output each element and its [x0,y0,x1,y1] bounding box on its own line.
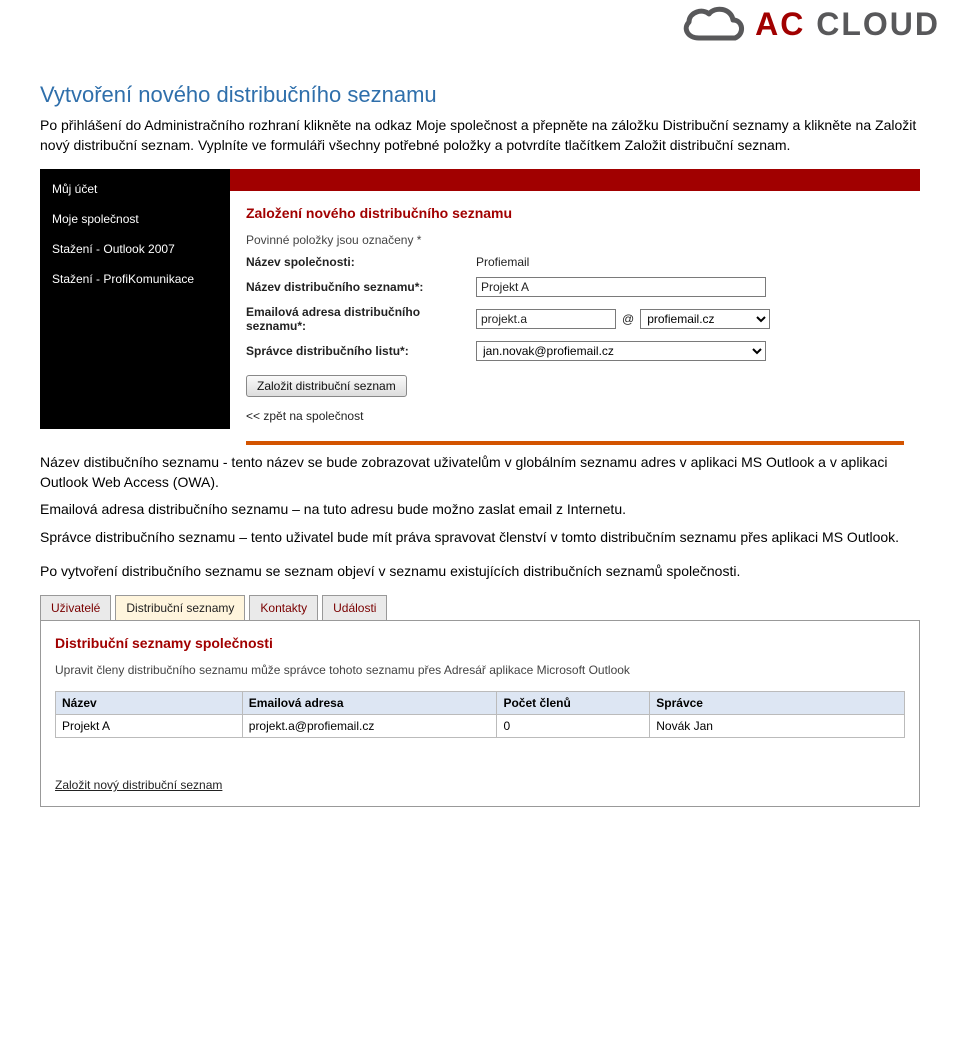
form-title: Založení nového distribučního seznamu [246,205,904,221]
screenshot-create-form: Můj účet Moje společnost Stažení - Outlo… [40,169,920,429]
explain-email: Emailová adresa distribučního seznamu – … [40,500,920,520]
tab-users[interactable]: Uživatelé [40,595,111,620]
tab-events[interactable]: Události [322,595,387,620]
label-dl-email: Emailová adresa distribučního seznamu*: [246,305,476,333]
orange-divider [246,441,904,445]
cloud-icon [677,0,747,48]
admin-sidebar: Můj účet Moje společnost Stažení - Outlo… [40,169,230,429]
logo: AC CLOUD [677,0,940,48]
page-root: AC CLOUD Vytvoření nového distribučního … [0,0,960,847]
explain-admin: Správce distribučního seznamu – tento už… [40,528,920,548]
back-link[interactable]: << zpět na společnost [246,409,363,423]
form-panel: Založení nového distribučního seznamu Po… [230,191,920,453]
label-company: Název společnosti: [246,255,476,269]
cell-count: 0 [497,715,650,738]
cell-email: projekt.a@profiemail.cz [242,715,497,738]
sidebar-item-download-profikom[interactable]: Stažení - ProfiKomunikace [40,267,230,291]
sidebar-item-download-outlook[interactable]: Stažení - Outlook 2007 [40,237,230,261]
dl-table: Název Emailová adresa Počet členů Správc… [55,691,905,738]
logo-cloud: CLOUD [816,6,940,42]
dl-list-panel: Distribuční seznamy společnosti Upravit … [40,620,920,807]
submit-button[interactable]: Založit distribuční seznam [246,375,407,397]
explanation-block: Název distibučního seznamu - tento název… [40,453,920,581]
label-dl-name: Název distribučního seznamu*: [246,280,476,294]
input-dl-name[interactable] [476,277,766,297]
explain-result: Po vytvoření distribučního seznamu se se… [40,562,920,582]
required-hint: Povinné položky jsou označeny * [246,233,904,247]
explain-name: Název distibučního seznamu - tento název… [40,453,920,492]
dl-list-title: Distribuční seznamy společnosti [55,635,905,651]
th-admin: Správce [650,692,905,715]
form-panel-wrap: Založení nového distribučního seznamu Po… [230,169,920,429]
table-row[interactable]: Projekt A projekt.a@profiemail.cz 0 Nová… [56,715,905,738]
dl-table-header-row: Název Emailová adresa Počet členů Správc… [56,692,905,715]
tab-contacts[interactable]: Kontakty [249,595,318,620]
row-dl-name: Název distribučního seznamu*: [246,277,904,297]
logo-text: AC CLOUD [755,6,940,43]
input-email-local[interactable] [476,309,616,329]
select-dl-admin[interactable]: jan.novak@profiemail.cz [476,341,766,361]
sidebar-item-my-company[interactable]: Moje společnost [40,207,230,231]
cell-admin: Novák Jan [650,715,905,738]
th-count: Počet členů [497,692,650,715]
intro-paragraph: Po přihlášení do Administračního rozhran… [40,116,920,155]
tab-distribution-lists[interactable]: Distribuční seznamy [115,595,245,620]
select-email-domain[interactable]: profiemail.cz [640,309,770,329]
dl-list-hint: Upravit členy distribučního seznamu může… [55,663,905,677]
th-name: Název [56,692,243,715]
at-sign: @ [622,312,634,326]
tabs-row: Uživatelé Distribuční seznamy Kontakty U… [40,595,920,620]
logo-ac: AC [755,6,805,42]
value-company: Profiemail [476,255,529,269]
cell-name: Projekt A [56,715,243,738]
row-company: Název společnosti: Profiemail [246,255,904,269]
sidebar-item-my-account[interactable]: Můj účet [40,177,230,201]
th-email: Emailová adresa [242,692,497,715]
label-dl-admin: Správce distribučního listu*: [246,344,476,358]
section-title: Vytvoření nového distribučního seznamu [40,82,920,108]
row-dl-email: Emailová adresa distribučního seznamu*: … [246,305,904,333]
row-dl-admin: Správce distribučního listu*: jan.novak@… [246,341,904,361]
header-bar [230,169,920,191]
create-dl-link[interactable]: Založit nový distribuční seznam [55,778,222,792]
